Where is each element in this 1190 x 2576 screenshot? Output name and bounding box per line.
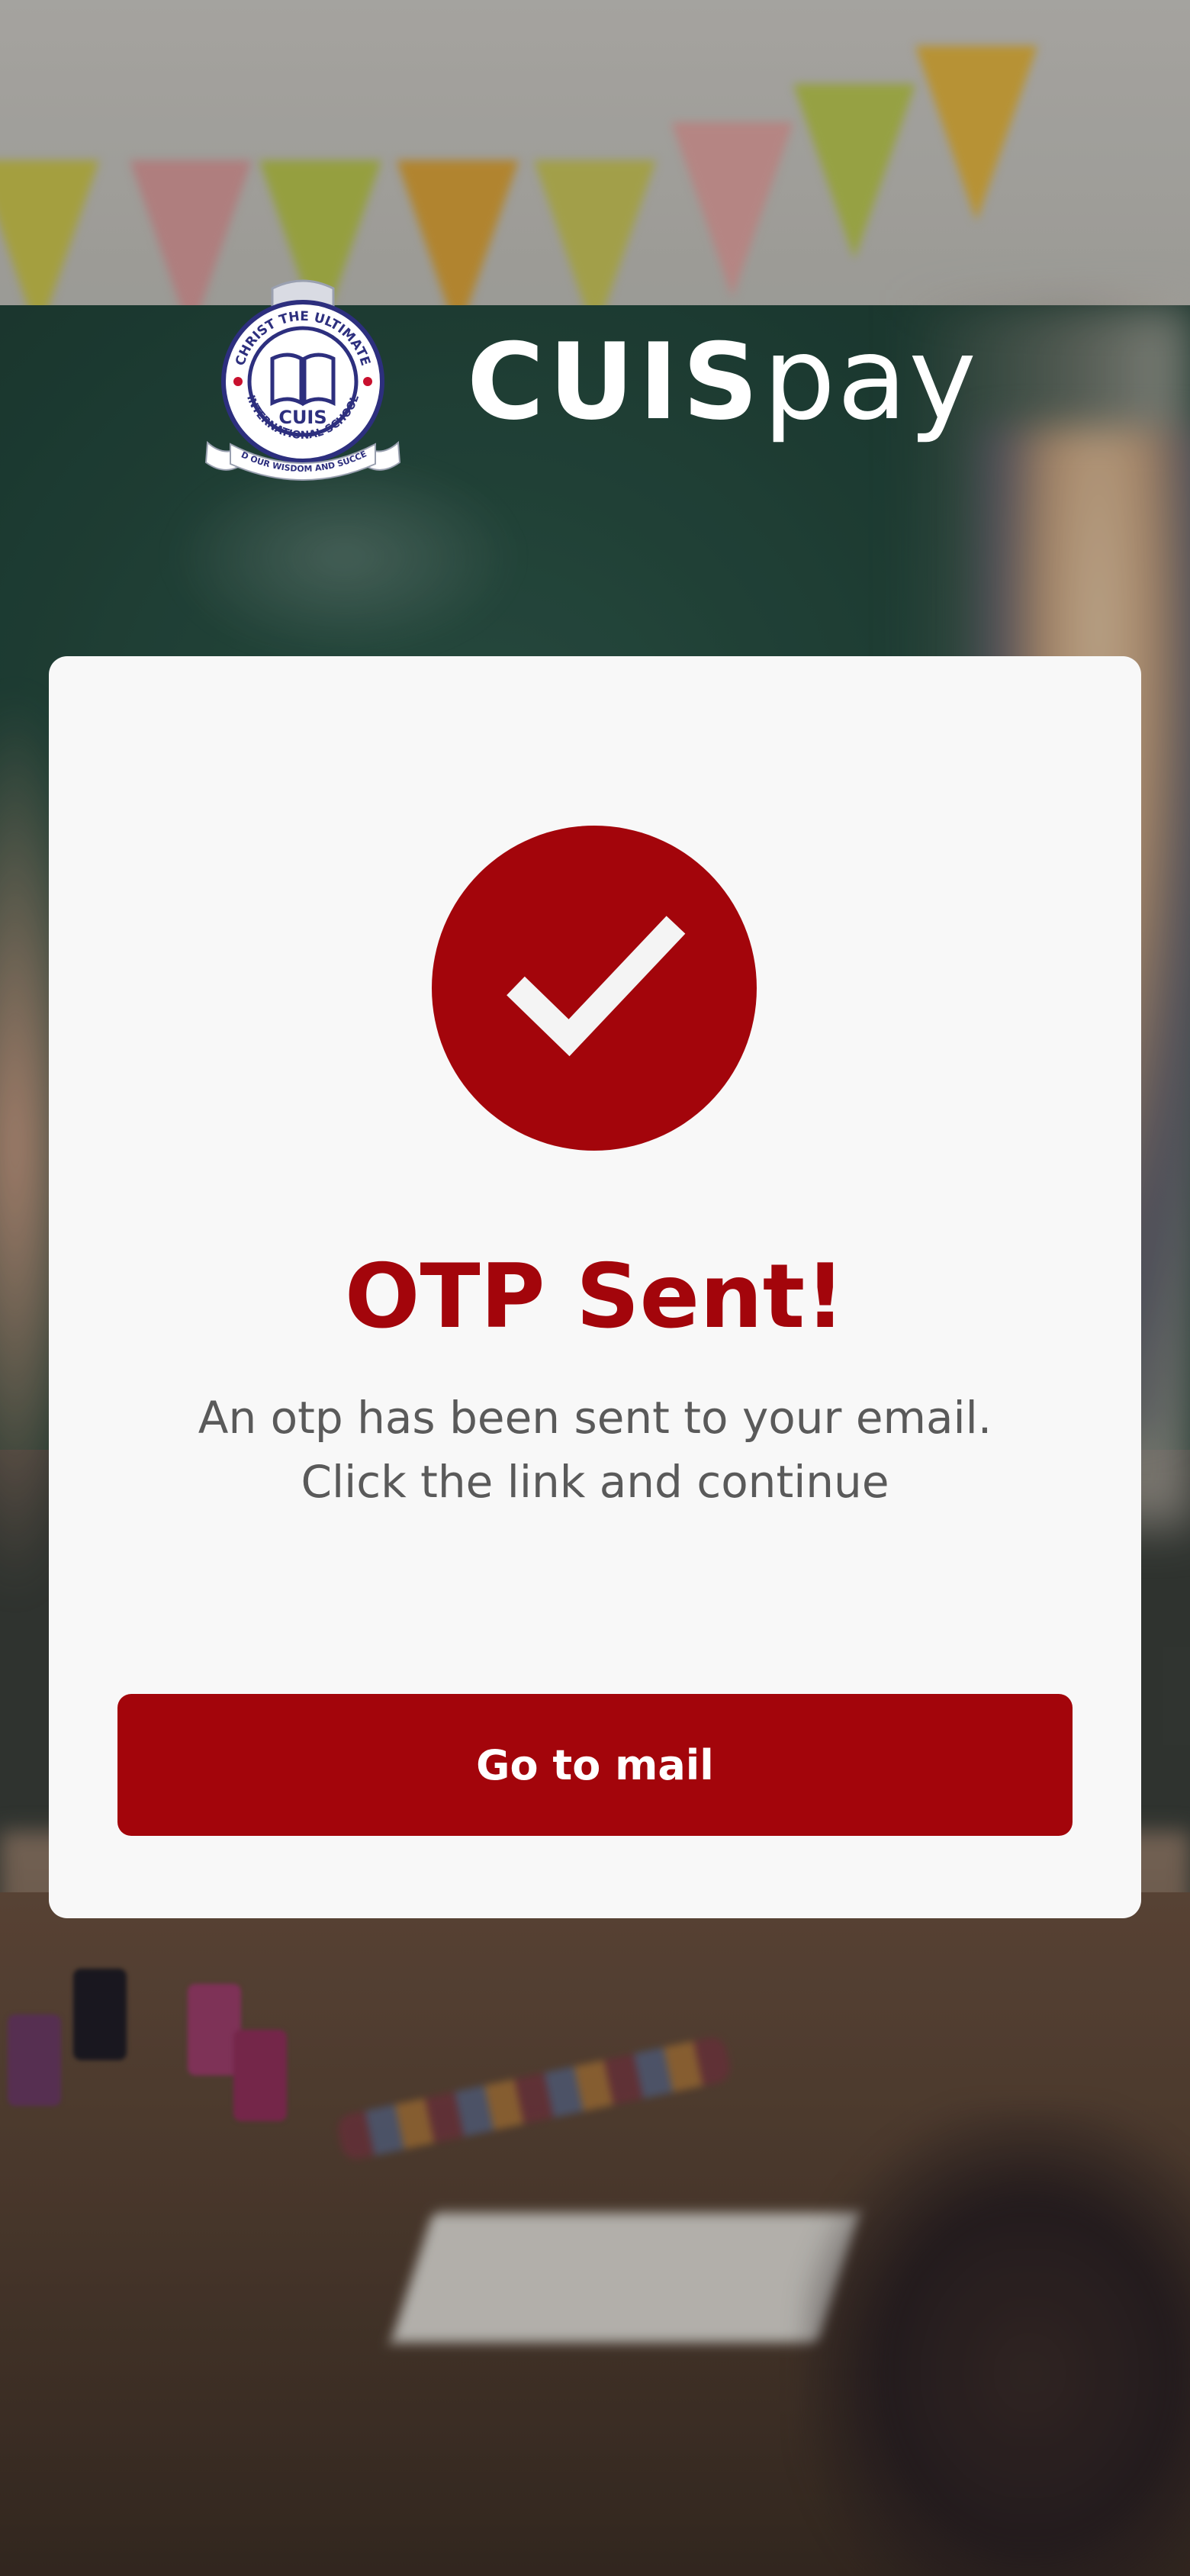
otp-message-line1: An otp has been sent to your email. [198, 1392, 992, 1444]
wordmark-bold: CUIS [467, 320, 764, 443]
svg-text:CUIS: CUIS [278, 407, 326, 428]
otp-message-line2: Click the link and continue [301, 1456, 889, 1508]
brand-header: CUIS CHRIST THE ULTIMATE INTERNATIONAL S… [0, 259, 1190, 488]
wordmark-light: pay [763, 313, 978, 446]
otp-confirmation-card: OTP Sent! An otp has been sent to your e… [49, 656, 1141, 1918]
otp-message: An otp has been sent to your email. Clic… [95, 1386, 1095, 1514]
check-icon [432, 826, 757, 1151]
cuispay-wordmark: CUISpay [467, 313, 978, 465]
page-title: OTP Sent! [344, 1245, 846, 1348]
school-crest-logo: CUIS CHRIST THE ULTIMATE INTERNATIONAL S… [200, 267, 401, 481]
go-to-mail-button[interactable]: Go to mail [117, 1694, 1073, 1836]
